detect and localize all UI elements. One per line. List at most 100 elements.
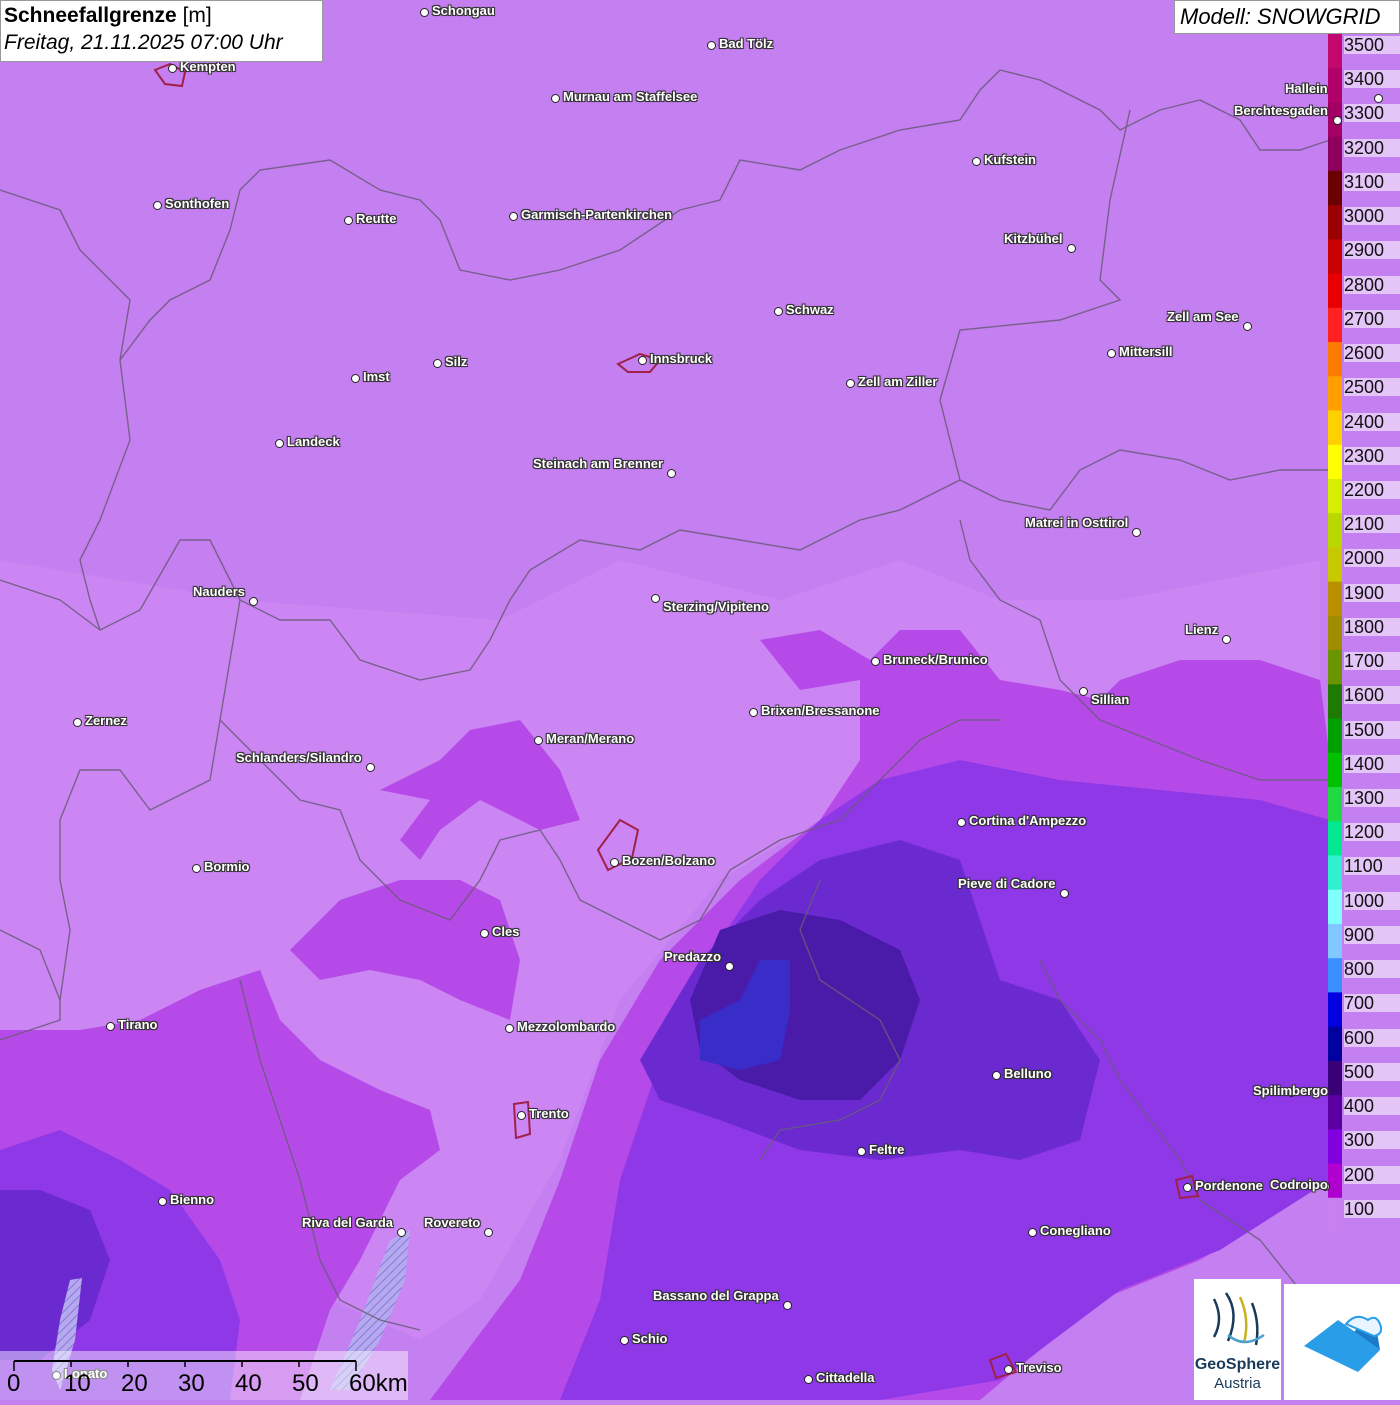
legend-label: 3200 (1344, 138, 1400, 157)
legend-label: 500 (1344, 1062, 1400, 1081)
city-marker (846, 379, 855, 388)
legend-label: 2600 (1344, 344, 1400, 363)
legend-swatch (1328, 1026, 1342, 1062)
legend-swatch (1328, 1163, 1342, 1199)
city-label: Lienz (1185, 622, 1219, 637)
city-label: Spilimbergo (1253, 1083, 1329, 1098)
city-marker (153, 201, 162, 210)
legend-swatch (1328, 444, 1342, 480)
city-marker (168, 64, 177, 73)
city-marker (1060, 889, 1069, 898)
legend-swatch (1328, 410, 1342, 446)
city-label: Landeck (287, 434, 340, 449)
legend-swatch (1328, 787, 1342, 822)
city-label: Meran/Merano (546, 731, 635, 746)
city-marker (480, 929, 489, 938)
city-marker (804, 1375, 813, 1384)
city-label: Murnau am Staffelsee (563, 89, 698, 104)
scale-label: 40 (235, 1370, 262, 1397)
legend-swatch (1328, 170, 1342, 206)
city-label: Garmisch-Partenkirchen (521, 207, 673, 222)
city-label: Codroipo (1270, 1177, 1328, 1192)
legend-label: 1200 (1344, 823, 1400, 842)
city-label: Steinach am Brenner (533, 456, 664, 471)
legend-swatch (1328, 478, 1342, 514)
city-label: Schwaz (786, 302, 834, 317)
scale-label: 60km (349, 1370, 408, 1397)
city-label: Kitzbühel (1004, 231, 1063, 246)
city-label: Bassano del Grappa (653, 1288, 779, 1303)
city-label: Cles (492, 924, 520, 939)
city-marker (1107, 349, 1116, 358)
legend-label: 2100 (1344, 515, 1400, 534)
scale-label: 30 (178, 1370, 205, 1397)
city-label: Sterzing/Vipiteno (663, 599, 769, 614)
legend-label: 1000 (1344, 891, 1400, 910)
city-label: Mittersill (1119, 344, 1173, 359)
city-marker (366, 763, 375, 772)
city-label: Rovereto (424, 1215, 481, 1230)
legend-label: 600 (1344, 1028, 1400, 1047)
legend-swatch (1328, 239, 1342, 275)
legend-label: 3500 (1344, 36, 1400, 54)
title-unit: [m] (182, 4, 212, 27)
legend-swatch (1328, 718, 1342, 754)
title-main: Schneefallgrenze (4, 4, 177, 27)
legend-swatch (1328, 342, 1342, 377)
legend-swatch (1328, 307, 1342, 343)
city-marker (957, 818, 966, 827)
legend-swatch (1328, 205, 1342, 240)
legend-swatch (1328, 1095, 1342, 1130)
legend-label: 400 (1344, 1097, 1400, 1116)
legend-label: 2700 (1344, 309, 1400, 328)
city-marker (667, 469, 676, 478)
city-marker (1374, 94, 1383, 103)
city-label: Pordenone (1195, 1178, 1263, 1193)
city-marker (857, 1147, 866, 1156)
legend-label: 1400 (1344, 754, 1400, 773)
city-marker (610, 858, 619, 867)
city-marker (484, 1228, 493, 1237)
city-marker (1004, 1365, 1013, 1374)
city-marker (551, 94, 560, 103)
city-marker (1243, 322, 1252, 331)
city-label: Schio (632, 1331, 668, 1346)
legend-label: 2500 (1344, 378, 1400, 397)
city-marker (1079, 687, 1088, 696)
legend-swatch (1328, 547, 1342, 583)
city-label: Zell am See (1167, 309, 1239, 324)
city-marker (972, 157, 981, 166)
city-marker (249, 597, 258, 606)
city-marker (725, 962, 734, 971)
city-marker (620, 1336, 629, 1345)
legend-color-bar (1328, 34, 1342, 1232)
city-marker (509, 212, 518, 221)
scale-label: 20 (121, 1370, 148, 1397)
city-label: Bormio (204, 859, 250, 874)
city-label: Brixen/Bressanone (761, 703, 880, 718)
geosphere-country: Austria (1214, 1375, 1261, 1392)
map-datetime: Freitag, 21.11.2025 07:00 Uhr (4, 31, 283, 54)
city-label: Matrei in Osttirol (1025, 515, 1129, 530)
city-marker (1183, 1183, 1192, 1192)
city-marker (638, 356, 647, 365)
legend-swatch (1328, 889, 1342, 925)
city-label: Feltre (869, 1142, 905, 1157)
city-marker (871, 657, 880, 666)
legend-swatch (1328, 581, 1342, 617)
city-label: Hallein (1285, 81, 1328, 96)
city-marker (517, 1111, 526, 1120)
city-label: Conegliano (1040, 1223, 1111, 1238)
legend-label: 2900 (1344, 241, 1400, 260)
city-label: Bruneck/Brunico (883, 652, 988, 667)
city-label: Sillian (1091, 692, 1130, 707)
city-label: Zell am Ziller (858, 374, 938, 389)
legend-label: 800 (1344, 960, 1400, 979)
city-label: Bozen/Bolzano (622, 853, 716, 868)
city-marker (749, 708, 758, 717)
city-marker (783, 1301, 792, 1310)
map-title: Schneefallgrenze [m] (4, 3, 319, 29)
legend-swatch (1328, 1197, 1342, 1232)
legend-label: 1100 (1344, 857, 1400, 876)
legend-swatch (1328, 376, 1342, 412)
